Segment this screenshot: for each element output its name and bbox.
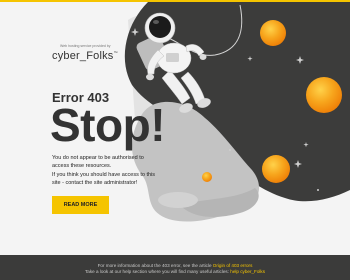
footer-line1-text: For more information about the 403 error… (97, 263, 212, 268)
help-link[interactable]: help cyber_Folks (230, 269, 265, 274)
read-more-button[interactable]: READ MORE (52, 196, 109, 214)
footer-line2-text: Take a look at our help section where yo… (84, 269, 229, 274)
error-message-line2: If you think you should have access to t… (52, 171, 156, 186)
error-headline: Stop! (50, 99, 166, 151)
footer: For more information about the 403 error… (0, 255, 350, 280)
footer-line2: Take a look at our help section where yo… (0, 269, 350, 274)
footer-line1: For more information about the 403 error… (0, 263, 350, 268)
brand-logo: Web hosting service provided by cyber_Fo… (52, 44, 118, 62)
error-message: You do not appear to be authorised to ac… (52, 155, 162, 188)
brand-tagline: Web hosting service provided by (60, 44, 111, 48)
planet-bottom (262, 155, 290, 183)
origin-403-link[interactable]: Origin of 403 errors (213, 263, 253, 268)
planet-large (306, 77, 342, 113)
planet-top-right (260, 20, 286, 46)
planet-small (202, 172, 212, 182)
brand-name: cyber_Folks™ (52, 50, 118, 62)
error-message-line1: You do not appear to be authorised to ac… (52, 155, 144, 169)
